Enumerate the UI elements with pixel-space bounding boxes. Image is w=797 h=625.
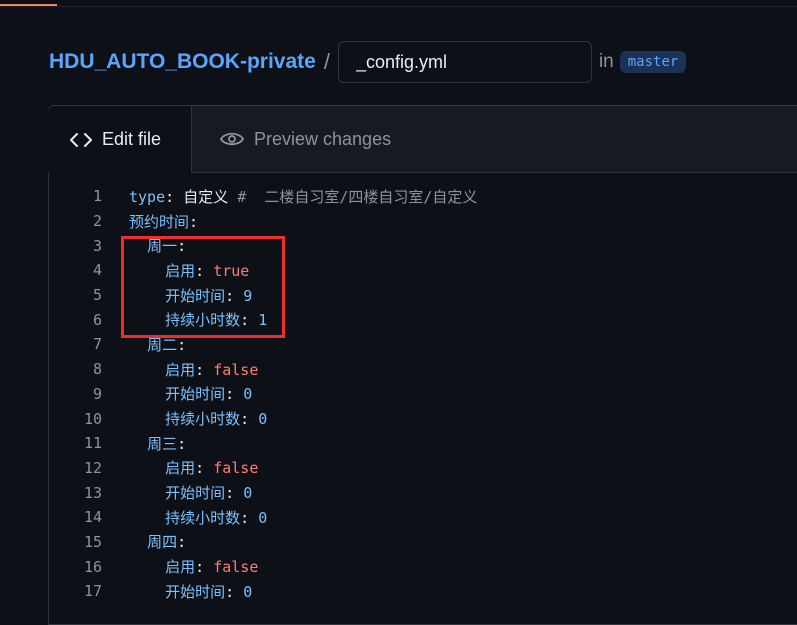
line-number: 10 [83,409,102,428]
yaml-colon: : [195,558,214,577]
line-content: type: 自定义 # 二楼自习室/四楼自习室/自定义 [129,186,477,207]
yaml-colon: : [177,533,187,552]
line-number: 14 [83,508,102,527]
yaml-key: 启用 [165,360,196,379]
yaml-colon: : [240,508,259,527]
code-line[interactable]: 17 开始时间: 0 [49,579,477,604]
yaml-key: type [129,187,166,206]
line-number: 6 [92,310,102,329]
line-content: 开始时间: 0 [129,581,252,602]
line-number: 16 [83,557,102,576]
line-content: 预约时间: [129,211,198,232]
tab-edit-label: Edit file [102,129,162,149]
tab-preview-changes[interactable]: Preview changes [220,106,391,172]
yaml-colon: : [165,187,184,206]
yaml-colon: : [195,360,214,379]
code-line[interactable]: 8 启用: false [49,357,477,382]
yaml-value: false [213,459,259,478]
line-number: 11 [83,434,102,453]
yaml-value: 0 [243,385,253,404]
line-number: 3 [92,236,102,255]
line-number: 5 [92,286,102,305]
code-line[interactable]: 9 开始时间: 0 [49,382,477,407]
yaml-key: 周二 [147,335,178,354]
code-line[interactable]: 16 启用: false [49,554,477,579]
line-number: 8 [92,360,102,379]
code-line[interactable]: 12 启用: false [49,456,477,481]
highlight-annotation-box [121,236,285,338]
yaml-colon: : [225,582,244,601]
yaml-value: 0 [258,508,268,527]
line-content: 持续小时数: 0 [129,507,267,528]
line-content: 开始时间: 0 [129,383,252,404]
line-number: 2 [92,212,102,231]
code-line[interactable]: 10 持续小时数: 0 [49,406,477,431]
yaml-key: 启用 [165,459,196,478]
code-line[interactable]: 14 持续小时数: 0 [49,505,477,530]
line-number: 4 [92,261,102,280]
yaml-value: false [213,558,259,577]
yaml-colon: : [240,410,259,429]
yaml-value: 0 [258,410,268,429]
yaml-key: 开始时间 [165,484,226,503]
yaml-value: false [213,360,259,379]
yaml-colon: : [177,335,187,354]
header-divider [0,6,797,7]
line-content: 持续小时数: 0 [129,408,267,429]
yaml-key: 开始时间 [165,582,226,601]
line-number: 12 [83,458,102,477]
code-icon [70,132,92,148]
yaml-key: 预约时间 [129,212,190,231]
tab-preview-label: Preview changes [254,128,392,149]
code-line[interactable]: 13 开始时间: 0 [49,480,477,505]
line-content: 启用: false [129,359,258,380]
filename-input[interactable] [337,41,592,83]
in-label: in [598,51,614,72]
yaml-colon: : [225,484,244,503]
line-content: 周四: [129,531,186,552]
line-content: 周三: [129,433,186,454]
line-number: 17 [83,582,102,601]
line-number: 9 [92,384,102,403]
branch-badge[interactable]: master [619,51,687,73]
line-content: 开始时间: 0 [129,482,252,503]
code-line[interactable]: 1 type: 自定义 # 二楼自习室/四楼自习室/自定义 [49,184,477,209]
yaml-key: 持续小时数 [165,508,241,527]
yaml-value: 0 [243,582,253,601]
yaml-colon: : [195,459,214,478]
yaml-key: 持续小时数 [165,410,241,429]
code-line[interactable]: 2 预约时间: [49,209,477,234]
yaml-key: 周三 [147,434,178,453]
editor-tabs: Edit file Preview changes [48,106,797,173]
yaml-value: 自定义 [183,187,229,206]
yaml-key: 周四 [147,533,178,552]
breadcrumb: HDU_AUTO_BOOK-private / in master [49,40,687,84]
code-line[interactable]: 15 周四: [49,530,477,555]
yaml-comment: # 二楼自习室/四楼自习室/自定义 [228,187,478,206]
line-content: 启用: false [129,556,258,577]
line-number: 1 [92,187,102,206]
code-line[interactable]: 11 周三: [49,431,477,456]
line-number: 7 [92,335,102,354]
line-number: 13 [83,483,102,502]
path-separator: / [323,49,330,74]
editor-container: Edit file Preview changes 1 type: 自定义 # 二… [48,105,797,625]
yaml-colon: : [177,434,187,453]
repo-link[interactable]: HDU_AUTO_BOOK-private [49,50,316,74]
line-content: 启用: false [129,457,258,478]
tab-edit-file[interactable]: Edit file [48,106,192,173]
yaml-value: 0 [243,484,253,503]
eye-icon [220,131,244,147]
yaml-key: 启用 [165,558,196,577]
yaml-colon: : [225,385,244,404]
yaml-colon: : [189,212,199,231]
yaml-key: 开始时间 [165,385,226,404]
line-number: 15 [83,532,102,551]
